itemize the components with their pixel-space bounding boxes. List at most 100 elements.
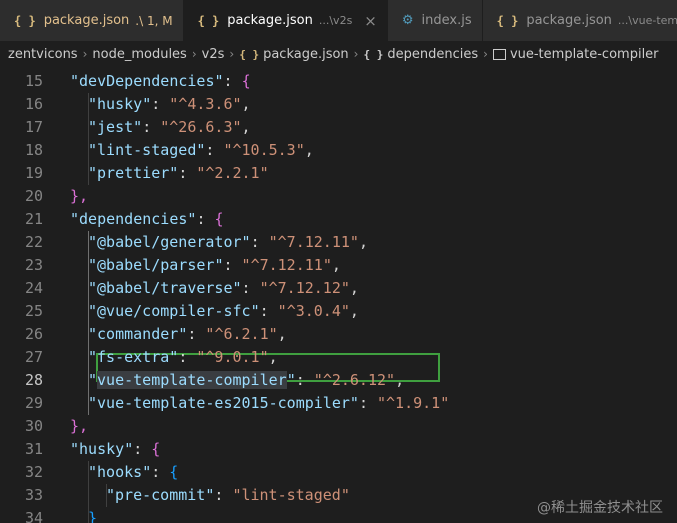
quote: " (106, 486, 116, 504)
tab-index-js[interactable]: ⚙ index.js (387, 0, 483, 41)
colon: : (151, 463, 170, 481)
code-line[interactable]: 23 "@babel/parser": "^7.12.11", (0, 254, 677, 277)
quote: " (142, 95, 152, 113)
quote: " (88, 233, 98, 251)
quote: " (259, 164, 269, 182)
code-line[interactable]: 32 "hooks": { (0, 461, 677, 484)
quote: " (349, 394, 359, 412)
code-text: "@babel/generator": "^7.12.11", (88, 231, 368, 254)
code-line[interactable]: 19 "prettier": "^2.2.1" (0, 162, 677, 185)
code-line[interactable]: 15 "devDependencies": { (0, 70, 677, 93)
breadcrumb-item[interactable]: v2s (202, 47, 225, 62)
chevron-right-icon: › (229, 47, 235, 61)
quote: " (169, 164, 179, 182)
tab-package-json-v2s[interactable]: { } package.json ...\v2s × (183, 0, 388, 41)
code-text: "prettier": "^2.2.1" (88, 162, 269, 185)
quote: " (169, 95, 179, 113)
code-line[interactable]: 31 "husky": { (0, 438, 677, 461)
tab-package-json-vue-template[interactable]: { } package.json ...\vue-template (482, 0, 677, 41)
code-line[interactable]: 16 "husky": "^4.3.6", (0, 93, 677, 116)
quote: " (88, 348, 98, 366)
indent-guide (88, 93, 89, 185)
indent-guide (88, 231, 89, 415)
code-text: "pre-commit": "lint-staged" (106, 484, 350, 507)
quote: " (88, 164, 98, 182)
quote: " (377, 394, 387, 412)
quote: " (259, 348, 269, 366)
tab-description: ...\v2s (318, 14, 353, 27)
quote: " (70, 210, 80, 228)
json-file-icon: { } (197, 13, 220, 28)
breadcrumb-item[interactable]: dependencies (387, 47, 478, 62)
json-key: @babel/parser (97, 256, 215, 274)
code-line[interactable]: 27 "fs-extra": "^9.0.1", (0, 346, 677, 369)
line-number: 16 (24, 95, 43, 113)
quote: " (88, 302, 98, 320)
json-key: husky (79, 440, 125, 458)
comma: , (241, 118, 251, 136)
code-text: }, (70, 185, 88, 208)
breadcrumb-item[interactable]: node_modules (92, 47, 186, 62)
close-icon[interactable]: × (364, 12, 377, 30)
quote: " (88, 256, 98, 274)
js-file-icon: ⚙ (401, 13, 414, 28)
quote: " (313, 371, 323, 389)
quote: " (88, 325, 98, 343)
string-icon (492, 48, 506, 60)
opening-brace: { (169, 463, 179, 481)
json-value: ^3.0.4 (286, 302, 341, 320)
json-value: ^2.2.1 (205, 164, 260, 182)
json-value: ^7.12.12 (268, 279, 341, 297)
json-key: husky (97, 95, 143, 113)
quote: " (88, 463, 98, 481)
colon: : (250, 233, 269, 251)
colon: : (187, 325, 206, 343)
line-number: 26 (24, 325, 43, 343)
breadcrumb-item[interactable]: package.json (263, 47, 349, 62)
code-line[interactable]: 24 "@babel/traverse": "^7.12.12", (0, 277, 677, 300)
breadcrumb-item[interactable]: vue-template-compiler (510, 47, 659, 62)
json-key: vue-template-es2015-compiler (97, 394, 350, 412)
quote: " (88, 95, 98, 113)
line-number: 21 (24, 210, 43, 228)
code-text: "dependencies": { (70, 208, 224, 231)
quote: " (88, 371, 98, 389)
colon: : (223, 256, 242, 274)
colon: : (205, 141, 224, 159)
code-line[interactable]: 20}, (0, 185, 677, 208)
json-key: fs-extra (97, 348, 170, 366)
code-text: "jest": "^26.6.3", (88, 116, 251, 139)
code-line[interactable]: 26 "commander": "^6.2.1", (0, 323, 677, 346)
code-line[interactable]: 29 "vue-template-es2015-compiler": "^1.9.… (0, 392, 677, 415)
breadcrumb-item[interactable]: zentvicons (8, 47, 78, 62)
colon: : (178, 164, 197, 182)
opening-brace: { (241, 72, 251, 90)
indent-guide (106, 484, 107, 507)
json-value: ^2.6.12 (322, 371, 387, 389)
code-text: "vue-template-compiler": "^2.6.12", (88, 369, 404, 392)
chevron-right-icon: › (353, 47, 359, 61)
code-line[interactable]: 30}, (0, 415, 677, 438)
quote: " (340, 486, 350, 504)
colon: : (178, 348, 197, 366)
code-line[interactable]: 28 "vue-template-compiler": "^2.6.12", (0, 369, 677, 392)
line-number: 18 (24, 141, 43, 159)
tab-package-json-root[interactable]: { } package.json .\ 1, M (0, 0, 184, 41)
code-line[interactable]: 17 "jest": "^26.6.3", (0, 116, 677, 139)
comma: , (349, 279, 359, 297)
code-line[interactable]: 21 "dependencies": { (0, 208, 677, 231)
code-line[interactable]: 22 "@babel/generator": "^7.12.11", (0, 231, 677, 254)
code-text: "husky": "^4.3.6", (88, 93, 251, 116)
quote: " (223, 141, 233, 159)
code-line[interactable]: 25 "@vue/compiler-sfc": "^3.0.4", (0, 300, 677, 323)
code-line[interactable]: 18 "lint-staged": "^10.5.3", (0, 139, 677, 162)
quote: " (178, 325, 188, 343)
code-editor[interactable]: 15 "devDependencies": {16 "husky": "^4.3.6… (0, 67, 677, 523)
quote: " (232, 279, 242, 297)
quote: " (169, 348, 179, 366)
quote: " (133, 118, 143, 136)
json-value: ^4.3.6 (178, 95, 233, 113)
json-value: ^10.5.3 (232, 141, 296, 159)
chevron-right-icon: › (191, 47, 197, 61)
tab-label: package.json (43, 13, 130, 28)
